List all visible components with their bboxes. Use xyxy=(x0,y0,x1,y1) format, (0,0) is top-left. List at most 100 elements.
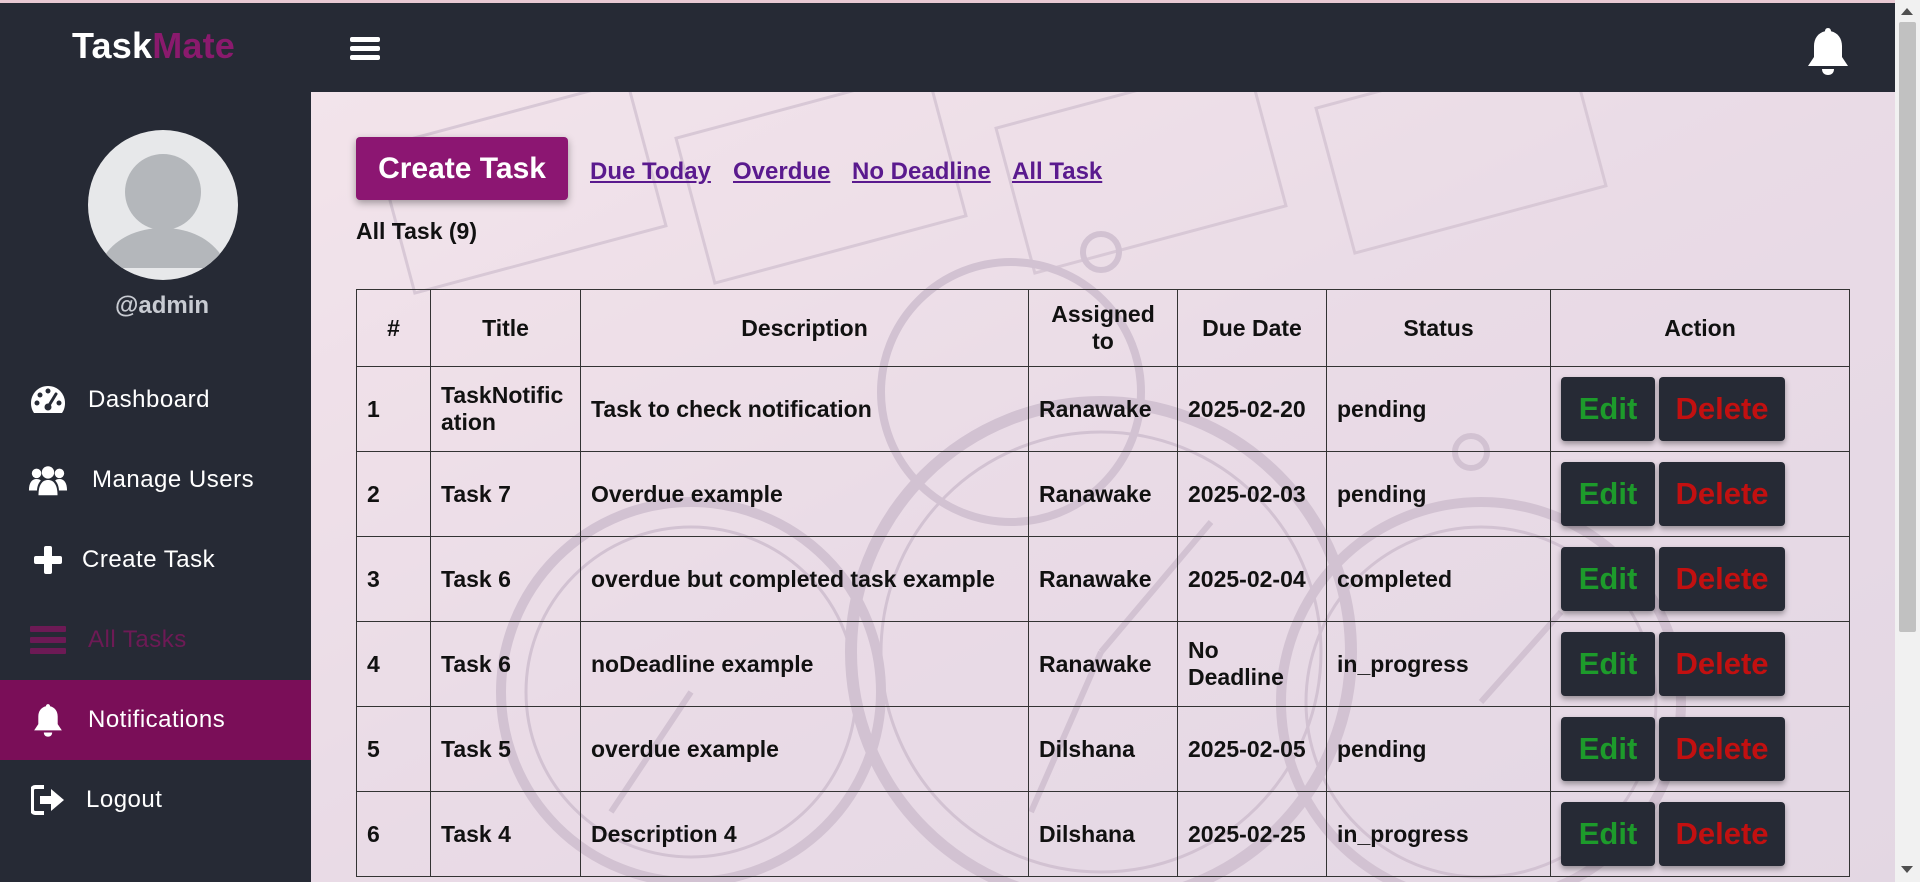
cell-assigned: Ranawake xyxy=(1028,536,1178,622)
sidebar-item-label: All Tasks xyxy=(88,626,187,653)
logo-mate: Mate xyxy=(152,25,236,66)
sidebar-item-label: Notifications xyxy=(88,706,226,733)
sidebar-item-all-tasks[interactable]: All Tasks xyxy=(0,600,311,680)
sidebar-item-create-task[interactable]: Create Task xyxy=(0,520,311,600)
col-header-assigned: Assigned to xyxy=(1028,289,1178,367)
cell-action: Edit Delete xyxy=(1550,536,1850,622)
cell-assigned: Dilshana xyxy=(1028,791,1178,877)
cell-title: Task 6 xyxy=(430,621,581,707)
col-header-number: # xyxy=(356,289,431,367)
edit-button[interactable]: Edit xyxy=(1561,462,1655,526)
edit-button[interactable]: Edit xyxy=(1561,377,1655,441)
delete-button[interactable]: Delete xyxy=(1659,717,1785,781)
filter-overdue[interactable]: Overdue xyxy=(733,158,830,186)
sidebar-item-dashboard[interactable]: Dashboard xyxy=(0,360,311,440)
cell-assigned: Ranawake xyxy=(1028,621,1178,707)
cell-title: Task 4 xyxy=(430,791,581,877)
cell-status: pending xyxy=(1326,706,1551,792)
col-header-action: Action xyxy=(1550,289,1850,367)
avatar xyxy=(88,130,238,280)
cell-number: 1 xyxy=(356,366,431,452)
cell-action: Edit Delete xyxy=(1550,366,1850,452)
cell-title: Task 5 xyxy=(430,706,581,792)
cell-assigned: Dilshana xyxy=(1028,706,1178,792)
table-row: 1 TaskNotification Task to check notificat… xyxy=(356,366,1850,452)
main-content: Create Task Due Today Overdue No Deadlin… xyxy=(311,92,1895,882)
cell-due-date: 2025-02-25 xyxy=(1177,791,1327,877)
cell-description: overdue example xyxy=(580,706,1029,792)
col-header-status: Status xyxy=(1326,289,1551,367)
cell-number: 3 xyxy=(356,536,431,622)
sidebar-item-label: Create Task xyxy=(82,546,216,573)
sidebar-item-label: Dashboard xyxy=(88,386,210,413)
cell-description: noDeadline example xyxy=(580,621,1029,707)
cell-due-date: 2025-02-04 xyxy=(1177,536,1327,622)
sidebar-item-manage-users[interactable]: Manage Users xyxy=(0,440,311,520)
hamburger-icon[interactable] xyxy=(350,37,380,61)
cell-description: Task to check notification xyxy=(580,366,1029,452)
table-row: 2 Task 7 Overdue example Ranawake 2025-02-03… xyxy=(356,451,1850,537)
task-panel: Create Task Due Today Overdue No Deadlin… xyxy=(311,92,1895,882)
cell-status: completed xyxy=(1326,536,1551,622)
cell-description: Overdue example xyxy=(580,451,1029,537)
cell-number: 6 xyxy=(356,791,431,877)
bell-icon[interactable] xyxy=(1805,25,1851,77)
cell-status: pending xyxy=(1326,451,1551,537)
edit-button[interactable]: Edit xyxy=(1561,802,1655,866)
delete-button[interactable]: Delete xyxy=(1659,547,1785,611)
delete-button[interactable]: Delete xyxy=(1659,377,1785,441)
bell-icon xyxy=(28,702,68,738)
cell-action: Edit Delete xyxy=(1550,706,1850,792)
delete-button[interactable]: Delete xyxy=(1659,462,1785,526)
cell-status: pending xyxy=(1326,366,1551,452)
task-count-label: All Task (9) xyxy=(356,218,477,244)
col-header-title: Title xyxy=(430,289,581,367)
cell-due-date: 2025-02-05 xyxy=(1177,706,1327,792)
filter-due-today[interactable]: Due Today xyxy=(590,158,711,186)
table-header-row: # Title Description Assigned to Due Date… xyxy=(356,289,1850,367)
col-header-description: Description xyxy=(580,289,1029,367)
filter-all-task[interactable]: All Task xyxy=(1012,158,1102,186)
vertical-scrollbar[interactable] xyxy=(1895,0,1920,882)
plus-icon xyxy=(28,542,68,578)
list-icon xyxy=(28,622,68,658)
delete-button[interactable]: Delete xyxy=(1659,632,1785,696)
edit-button[interactable]: Edit xyxy=(1561,632,1655,696)
table-row: 5 Task 5 overdue example Dilshana 2025-02-05… xyxy=(356,706,1850,792)
username: @admin xyxy=(114,292,210,319)
create-task-button[interactable]: Create Task xyxy=(356,137,568,200)
cell-assigned: Ranawake xyxy=(1028,366,1178,452)
table-row: 6 Task 4 Description 4 Dilshana 2025-02-25 in… xyxy=(356,791,1850,877)
col-header-due-date: Due Date xyxy=(1177,289,1327,367)
edit-button[interactable]: Edit xyxy=(1561,547,1655,611)
sidebar-item-notifications[interactable]: Notifications xyxy=(0,680,311,760)
logout-icon xyxy=(28,782,68,818)
cell-description: overdue but completed task example xyxy=(580,536,1029,622)
cell-status: in_progress xyxy=(1326,621,1551,707)
scroll-up-arrow-icon[interactable] xyxy=(1901,8,1913,15)
cell-description: Description 4 xyxy=(580,791,1029,877)
table-row: 3 Task 6 overdue but completed task exampl… xyxy=(356,536,1850,622)
sidebar-item-logout[interactable]: Logout xyxy=(0,760,311,840)
cell-action: Edit Delete xyxy=(1550,451,1850,537)
cell-title: Task 6 xyxy=(430,536,581,622)
edit-button[interactable]: Edit xyxy=(1561,717,1655,781)
sidebar-item-label: Manage Users xyxy=(92,466,255,493)
logo-task: Task xyxy=(72,25,153,66)
gauge-icon xyxy=(28,382,68,418)
app-logo[interactable]: TaskMate xyxy=(72,25,235,67)
cell-action: Edit Delete xyxy=(1550,791,1850,877)
filter-no-deadline[interactable]: No Deadline xyxy=(852,158,991,186)
delete-button[interactable]: Delete xyxy=(1659,802,1785,866)
cell-due-date: No Deadline xyxy=(1177,621,1327,707)
scrollbar-thumb[interactable] xyxy=(1899,22,1916,632)
cell-due-date: 2025-02-03 xyxy=(1177,451,1327,537)
sidebar-item-label: Logout xyxy=(86,786,163,813)
cell-number: 2 xyxy=(356,451,431,537)
cell-due-date: 2025-02-20 xyxy=(1177,366,1327,452)
cell-number: 4 xyxy=(356,621,431,707)
scroll-down-arrow-icon[interactable] xyxy=(1901,866,1913,873)
cell-assigned: Ranawake xyxy=(1028,451,1178,537)
cell-number: 5 xyxy=(356,706,431,792)
users-icon xyxy=(28,462,68,498)
